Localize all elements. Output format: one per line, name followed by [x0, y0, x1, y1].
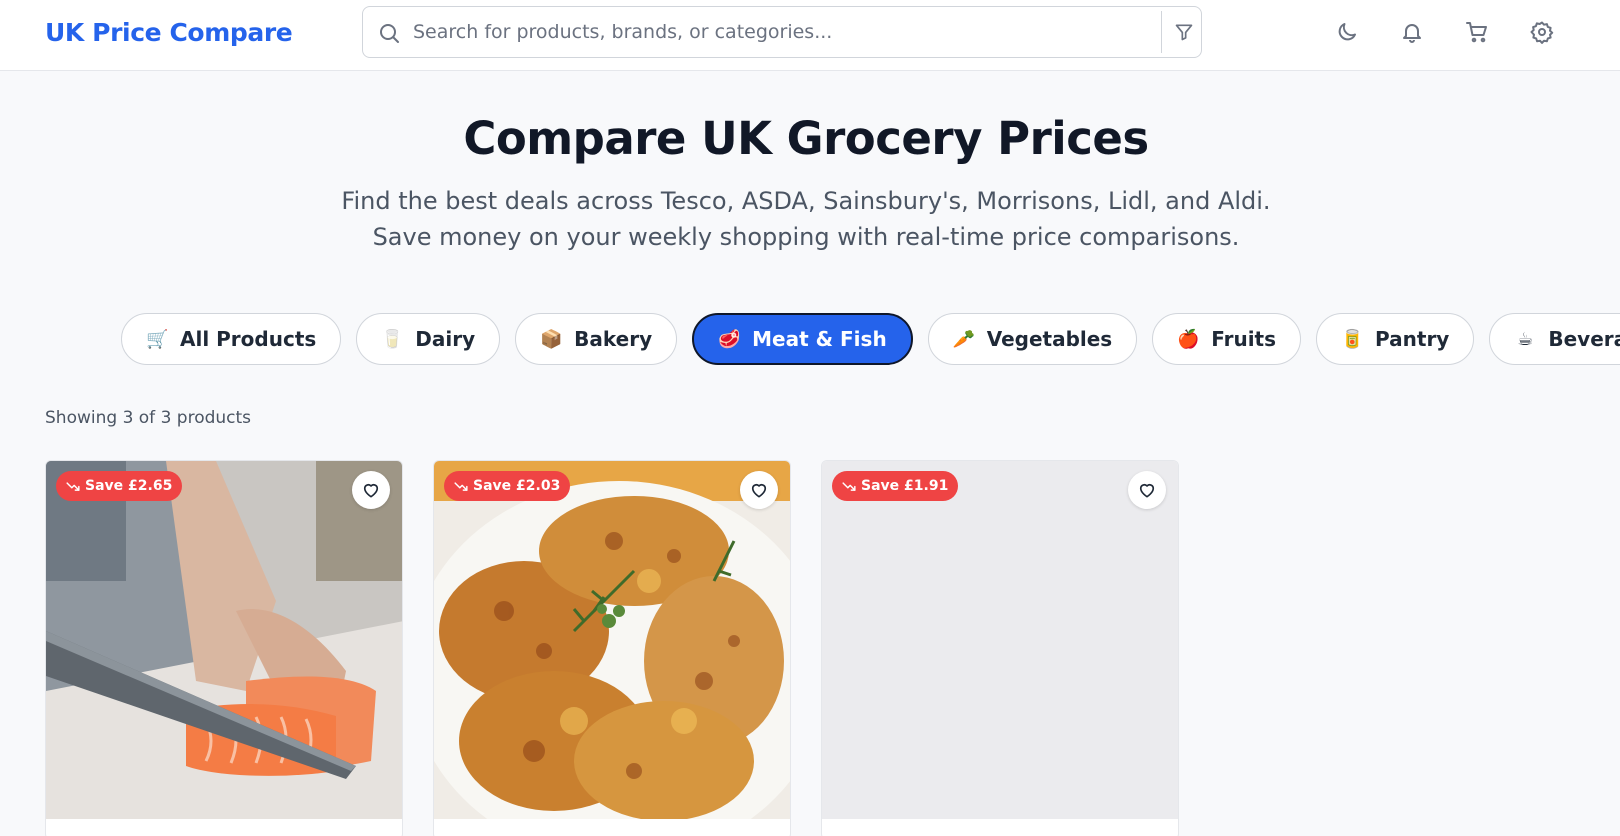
top-header: UK Price Compare: [0, 0, 1620, 71]
moon-icon[interactable]: [1331, 16, 1363, 48]
cart-icon[interactable]: [1461, 16, 1493, 48]
category-label: Vegetables: [986, 327, 1113, 351]
category-vegetables[interactable]: 🥕 Vegetables: [927, 313, 1138, 365]
product-card[interactable]: Save £2.65: [45, 460, 403, 836]
apple-emoji-icon: 🍎: [1177, 328, 1200, 350]
trending-down-icon: [454, 482, 468, 491]
category-label: All Products: [180, 327, 317, 351]
savings-text: Save £2.65: [85, 478, 173, 494]
milk-emoji-icon: 🥛: [381, 328, 404, 350]
savings-text: Save £1.91: [861, 478, 949, 494]
heart-icon: [1139, 483, 1155, 498]
favorite-button[interactable]: [740, 471, 778, 509]
filter-icon: [1175, 24, 1193, 41]
savings-badge: Save £2.65: [56, 471, 183, 501]
category-meat-fish[interactable]: 🥩 Meat & Fish: [692, 313, 913, 365]
category-dairy[interactable]: 🥛 Dairy: [356, 313, 501, 365]
category-label: Dairy: [415, 327, 476, 351]
category-pantry[interactable]: 🥫 Pantry: [1316, 313, 1475, 365]
category-beverages[interactable]: ☕ Beverages: [1489, 313, 1620, 365]
product-card[interactable]: Save £1.91: [821, 460, 1179, 836]
search-bar: [362, 6, 1202, 58]
box-emoji-icon: 📦: [540, 328, 563, 350]
savings-badge: Save £2.03: [444, 471, 571, 501]
page-subtitle: Find the best deals across Tesco, ASDA, …: [341, 187, 1271, 251]
heart-icon: [751, 483, 767, 498]
category-label: Pantry: [1375, 327, 1450, 351]
product-image-salmon: [46, 461, 402, 819]
category-bakery[interactable]: 📦 Bakery: [515, 313, 678, 365]
carrot-emoji-icon: 🥕: [952, 328, 976, 350]
filter-button[interactable]: [1167, 13, 1201, 51]
gear-icon[interactable]: [1526, 16, 1558, 48]
page-title: Compare UK Grocery Prices: [463, 112, 1149, 165]
category-filter-bar: 🛒 All Products 🥛 Dairy 📦 Bakery 🥩 Meat &…: [121, 313, 1620, 365]
category-label: Meat & Fish: [752, 327, 887, 351]
savings-text: Save £2.03: [473, 478, 561, 494]
product-image-placeholder: [822, 461, 1178, 819]
search-icon: [377, 21, 401, 45]
can-emoji-icon: 🥫: [1341, 328, 1364, 350]
trending-down-icon: [842, 482, 856, 491]
category-label: Fruits: [1211, 327, 1277, 351]
results-count: Showing 3 of 3 products: [45, 408, 252, 428]
coffee-emoji-icon: ☕: [1517, 328, 1534, 350]
favorite-button[interactable]: [352, 471, 390, 509]
savings-badge: Save £1.91: [832, 471, 959, 501]
category-label: Beverages: [1548, 327, 1620, 351]
trending-down-icon: [66, 482, 80, 491]
product-image-chicken: [434, 461, 790, 819]
favorite-button[interactable]: [1128, 471, 1166, 509]
search-input[interactable]: [413, 17, 1113, 47]
category-fruits[interactable]: 🍎 Fruits: [1152, 313, 1302, 365]
cart-emoji-icon: 🛒: [146, 328, 169, 350]
bell-icon[interactable]: [1396, 16, 1428, 48]
product-card[interactable]: Save £2.03: [433, 460, 791, 836]
category-label: Bakery: [574, 327, 653, 351]
meat-emoji-icon: 🥩: [718, 328, 741, 350]
search-divider: [1161, 11, 1162, 53]
site-logo[interactable]: UK Price Compare: [45, 18, 293, 47]
heart-icon: [363, 483, 379, 498]
category-all-products[interactable]: 🛒 All Products: [121, 313, 342, 365]
